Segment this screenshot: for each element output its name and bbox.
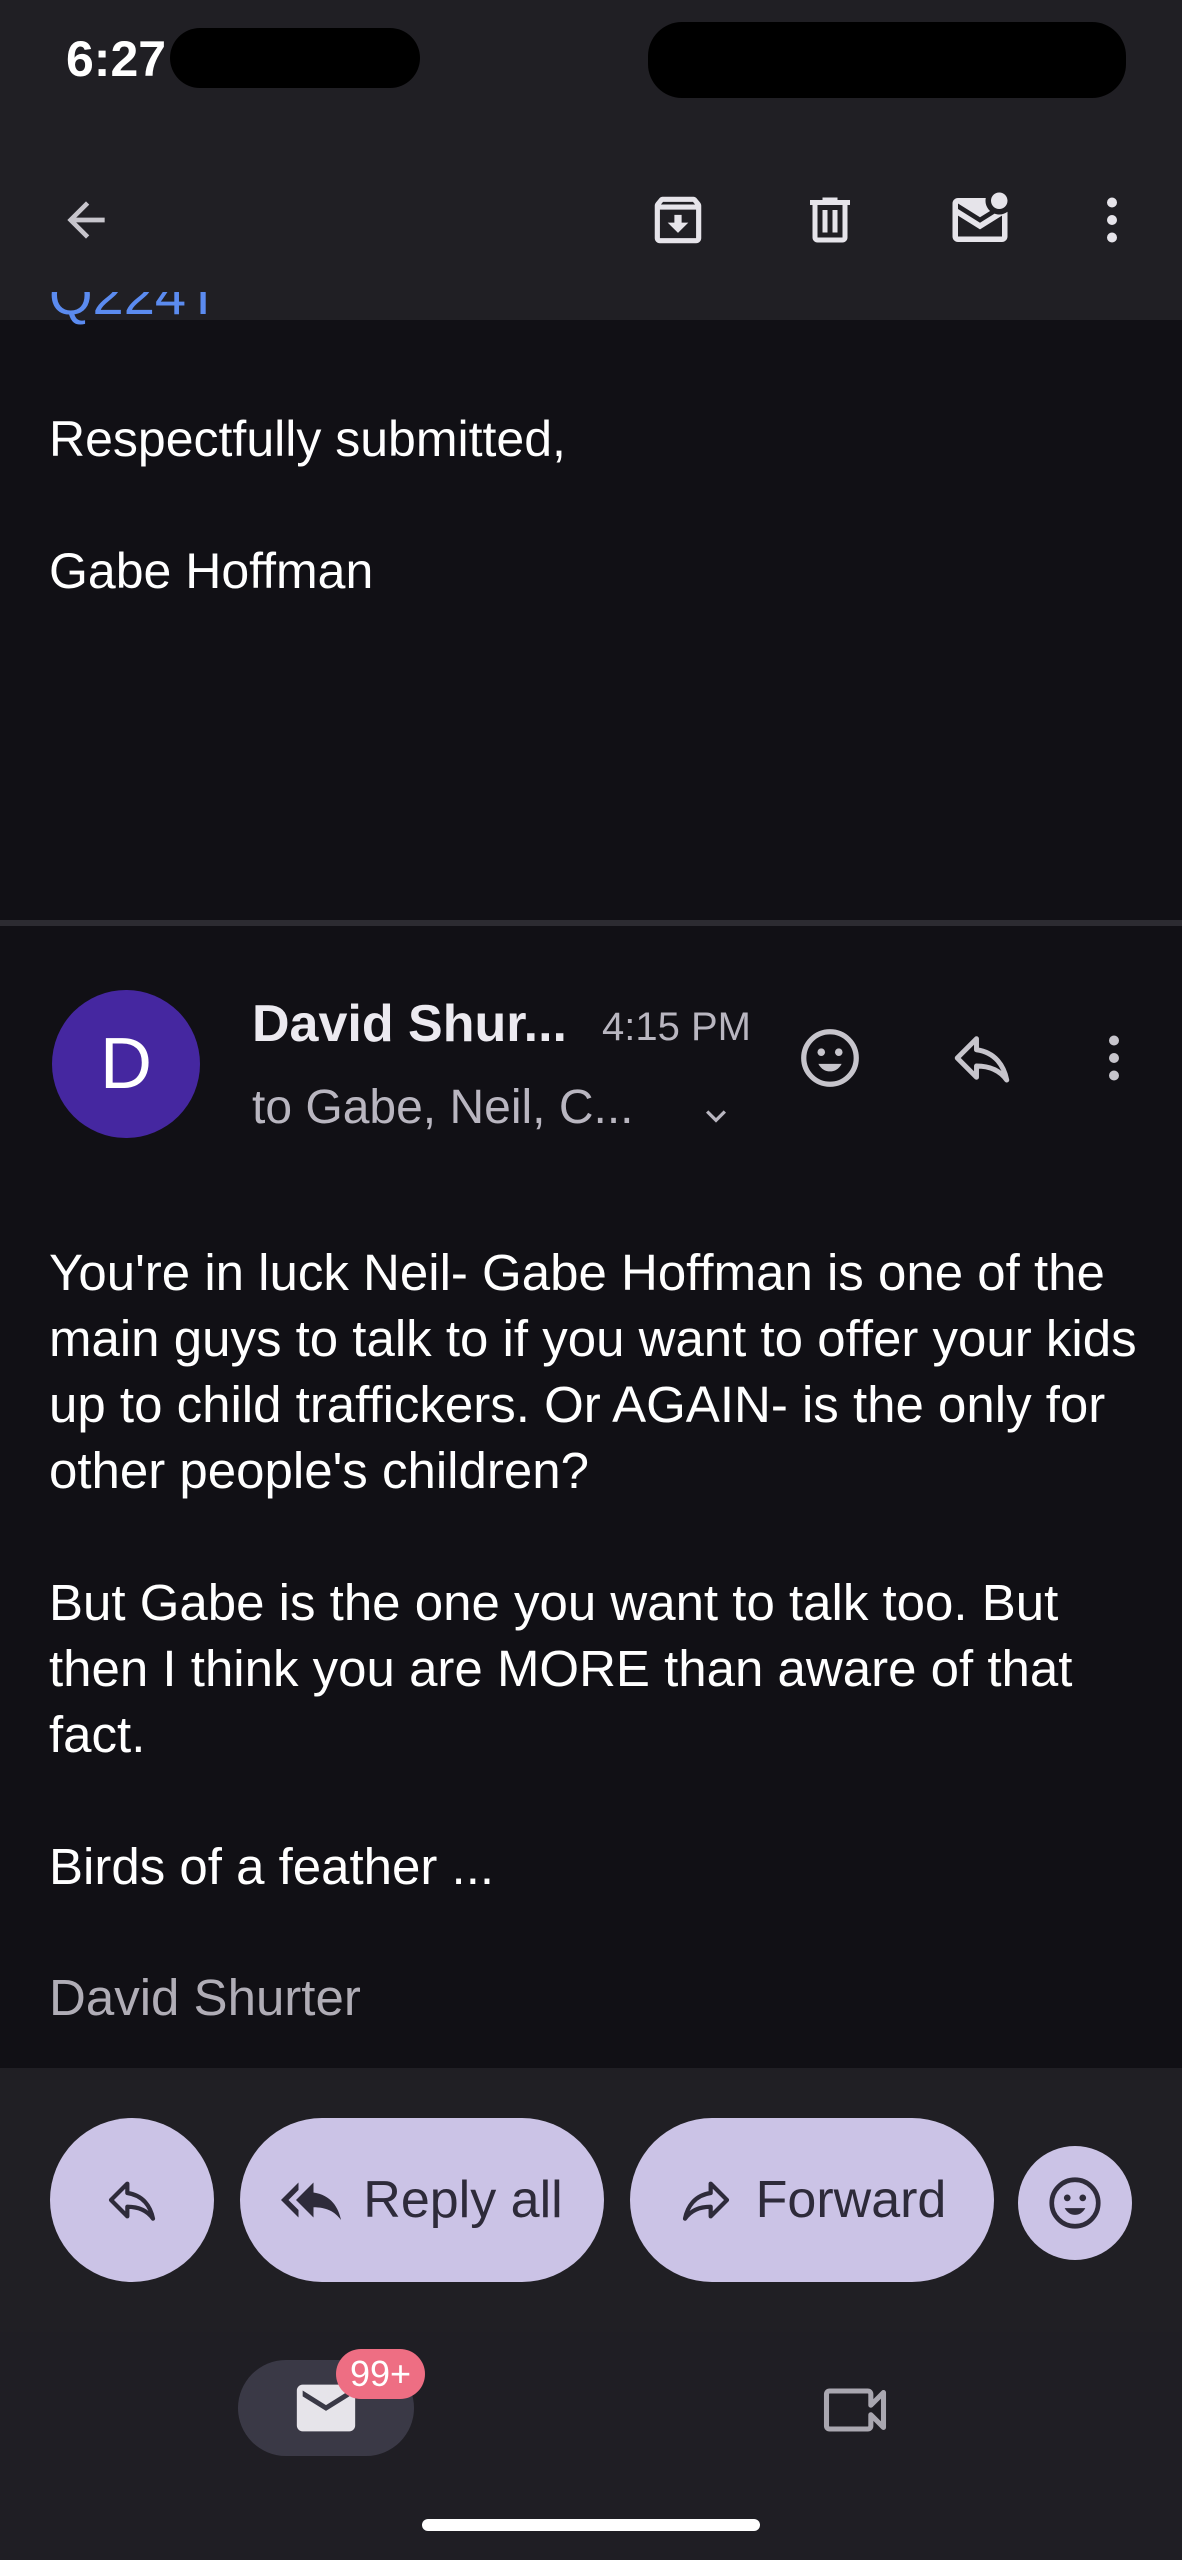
clipped-link-text: Q224T	[49, 292, 221, 326]
reply-icon	[108, 2181, 156, 2221]
chevron-down-icon[interactable]	[690, 1090, 742, 1142]
message-body: You're in luck Neil- Gabe Hoffman is one…	[49, 1240, 1149, 1966]
reply-all-button[interactable]: Reply all	[240, 2118, 604, 2282]
reply-button[interactable]	[50, 2118, 214, 2282]
unread-badge: 99+	[336, 2349, 426, 2399]
forward-button[interactable]: Forward	[630, 2118, 994, 2282]
more-vert-icon[interactable]	[1072, 180, 1152, 260]
archive-icon[interactable]	[638, 180, 718, 260]
avatar-letter: D	[100, 1024, 152, 1104]
message-paragraph: You're in luck Neil- Gabe Hoffman is one…	[49, 1244, 1137, 1499]
reply-all-label: Reply all	[363, 2171, 563, 2229]
message-paragraph: But Gabe is the one you want to talk too…	[49, 1574, 1073, 1763]
previous-closing: Respectfully submitted,	[49, 411, 566, 467]
nav-meet-tab[interactable]	[810, 2370, 900, 2450]
reply-icon[interactable]	[940, 1016, 1024, 1100]
mark-unread-icon[interactable]	[940, 180, 1020, 260]
sender-name[interactable]: David Shur...	[252, 994, 567, 1054]
recipients-summary[interactable]: to Gabe, Neil, C...	[252, 1080, 634, 1135]
message-paragraph: Birds of a feather ...	[49, 1838, 495, 1895]
message-signature: David Shurter	[49, 1969, 361, 2026]
forward-label: Forward	[755, 2171, 947, 2229]
message-more-icon[interactable]	[1072, 1016, 1156, 1100]
video-camera-icon	[823, 2388, 887, 2432]
add-reaction-icon[interactable]	[788, 1016, 872, 1100]
delete-icon[interactable]	[790, 180, 870, 260]
redaction-mark	[170, 28, 420, 88]
back-arrow-icon[interactable]	[46, 180, 126, 260]
forward-icon	[682, 2181, 729, 2221]
emoji-icon	[1049, 2177, 1101, 2229]
message-time: 4:15 PM	[602, 1005, 751, 1049]
reply-all-icon	[281, 2182, 342, 2220]
avatar[interactable]: D	[52, 990, 200, 1138]
react-button[interactable]	[1018, 2146, 1132, 2260]
status-time: 6:27	[66, 31, 167, 87]
home-indicator[interactable]	[422, 2519, 760, 2531]
top-bar: 6:27	[0, 0, 1182, 320]
redaction-mark	[648, 22, 1126, 98]
previous-signature: Gabe Hoffman	[49, 543, 374, 599]
message-divider	[0, 920, 1182, 926]
